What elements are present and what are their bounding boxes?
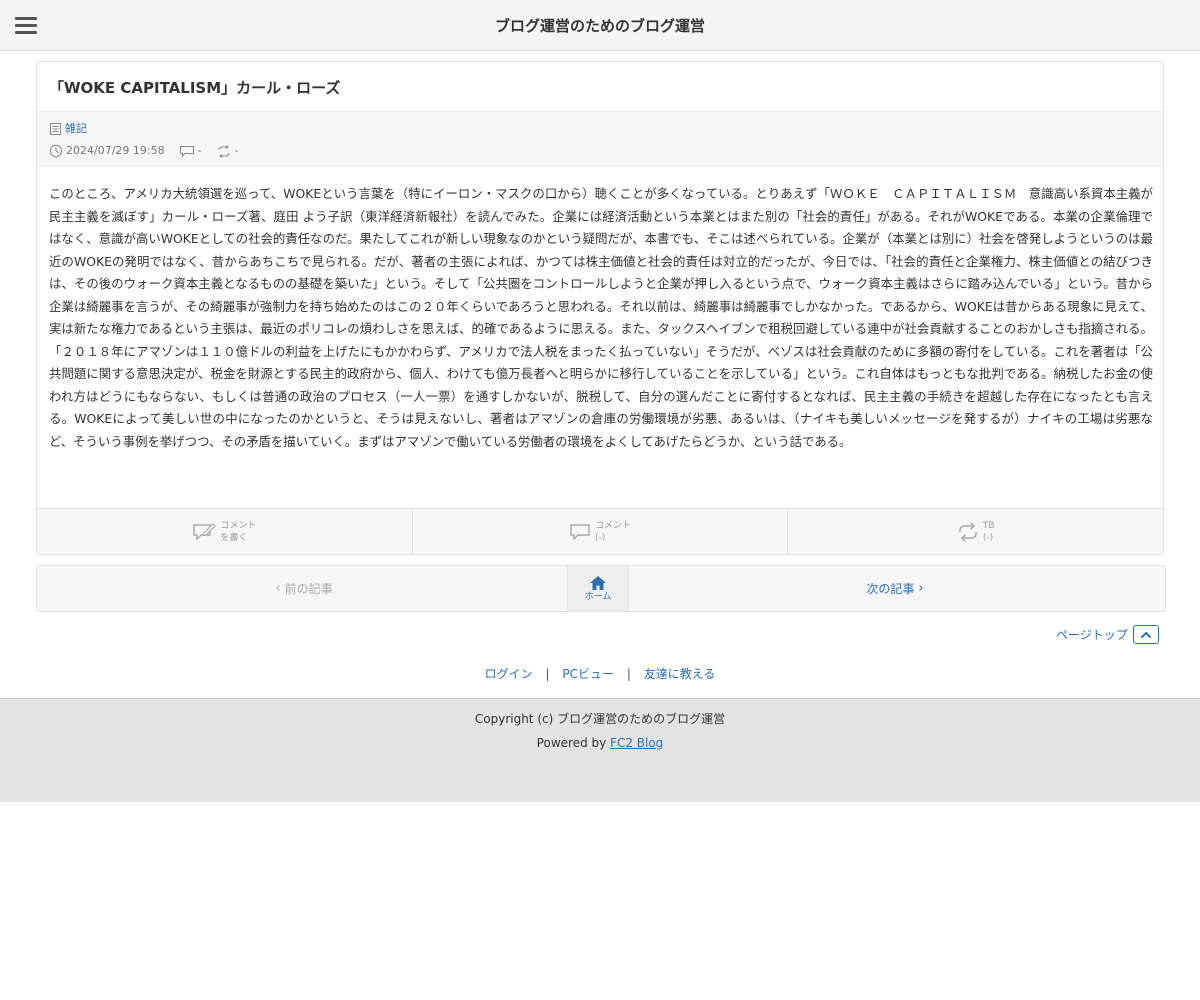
home-icon	[590, 575, 606, 590]
pc-view-link[interactable]: PCビュー	[562, 667, 614, 681]
write-comment-button[interactable]: コメント を書く	[37, 509, 413, 554]
fc2-blog-link[interactable]: FC2 Blog	[610, 736, 663, 750]
menu-bar-line	[15, 17, 37, 20]
entry-body-text: このところ、アメリカ大統領選を巡って、WOKEという言葉を（特にイーロン・マスク…	[49, 186, 1153, 449]
utility-links: ログイン | PCビュー | 友達に教える	[0, 665, 1200, 683]
write-comment-label: コメント を書く	[220, 520, 257, 543]
menu-bar-line	[15, 24, 37, 27]
entry-category-row: 雑記	[49, 122, 87, 136]
hamburger-menu-icon[interactable]	[10, 10, 42, 42]
site-title[interactable]: ブログ運営のためのブログ運営	[200, 15, 1000, 37]
entry-title: 「WOKE CAPITALISM」カール・ローズ	[49, 79, 341, 97]
link-separator: |	[545, 667, 550, 681]
entry-datetime: 2024/07/29 19:58	[66, 144, 165, 157]
menu-bar-line	[15, 31, 37, 34]
entry-meta: 雑記 2024/07/29 19:58 - -	[37, 111, 1163, 167]
entry-pager: ‹ 前の記事 ホーム 次の記事 ›	[36, 565, 1166, 612]
tell-friend-link[interactable]: 友達に教える	[644, 667, 716, 681]
home-label: ホーム	[584, 591, 612, 602]
entry-action-bar: コメント を書く コメント (-) TB (-)	[37, 508, 1163, 554]
prev-entry-link[interactable]: ‹ 前の記事	[37, 566, 567, 611]
header-bar: ブログ運営のためのブログ運営	[0, 0, 1200, 51]
write-comment-icon	[193, 522, 217, 541]
powered-by: Powered by FC2 Blog	[0, 735, 1200, 751]
blog-entry: 「WOKE CAPITALISM」カール・ローズ 雑記 2024/07/29 1…	[36, 61, 1164, 555]
trackback-count[interactable]: -	[235, 144, 239, 158]
trackback-arrows-icon	[959, 521, 977, 542]
site-footer: Copyright (c) ブログ運営のためのブログ運営 Powered by …	[0, 698, 1200, 802]
home-button[interactable]: ホーム	[567, 566, 629, 611]
chevron-right-icon: ›	[918, 581, 924, 596]
comment-bubble-icon	[570, 523, 590, 541]
copyright-text: Copyright (c) ブログ運営のためのブログ運営	[474, 712, 726, 726]
category-link[interactable]: 雑記	[65, 122, 87, 136]
chevron-up-icon[interactable]	[1132, 625, 1159, 644]
entry-date-row: 2024/07/29 19:58 - -	[49, 144, 239, 158]
comment-bubble-icon[interactable]	[179, 145, 195, 158]
trackback-arrows-icon[interactable]	[216, 144, 232, 158]
next-entry-label: 次の記事	[866, 582, 915, 596]
login-link[interactable]: ログイン	[485, 667, 533, 681]
prev-entry-label: 前の記事	[284, 582, 333, 596]
comments-button[interactable]: コメント (-)	[413, 509, 789, 554]
next-entry-link[interactable]: 次の記事 ›	[629, 566, 1165, 611]
chevron-left-icon: ‹	[275, 581, 281, 596]
link-separator: |	[626, 667, 631, 681]
category-document-icon	[50, 123, 61, 135]
page-top-label: ページトップ	[1056, 628, 1128, 642]
comments-label: コメント (-)	[595, 520, 632, 543]
clock-icon	[49, 144, 63, 158]
comment-count[interactable]: -	[198, 144, 202, 158]
trackback-label: TB (-)	[982, 520, 995, 543]
powered-by-prefix: Powered by	[536, 736, 611, 750]
page-top-link[interactable]: ページトップ	[1056, 625, 1159, 644]
trackback-button[interactable]: TB (-)	[788, 509, 1163, 554]
